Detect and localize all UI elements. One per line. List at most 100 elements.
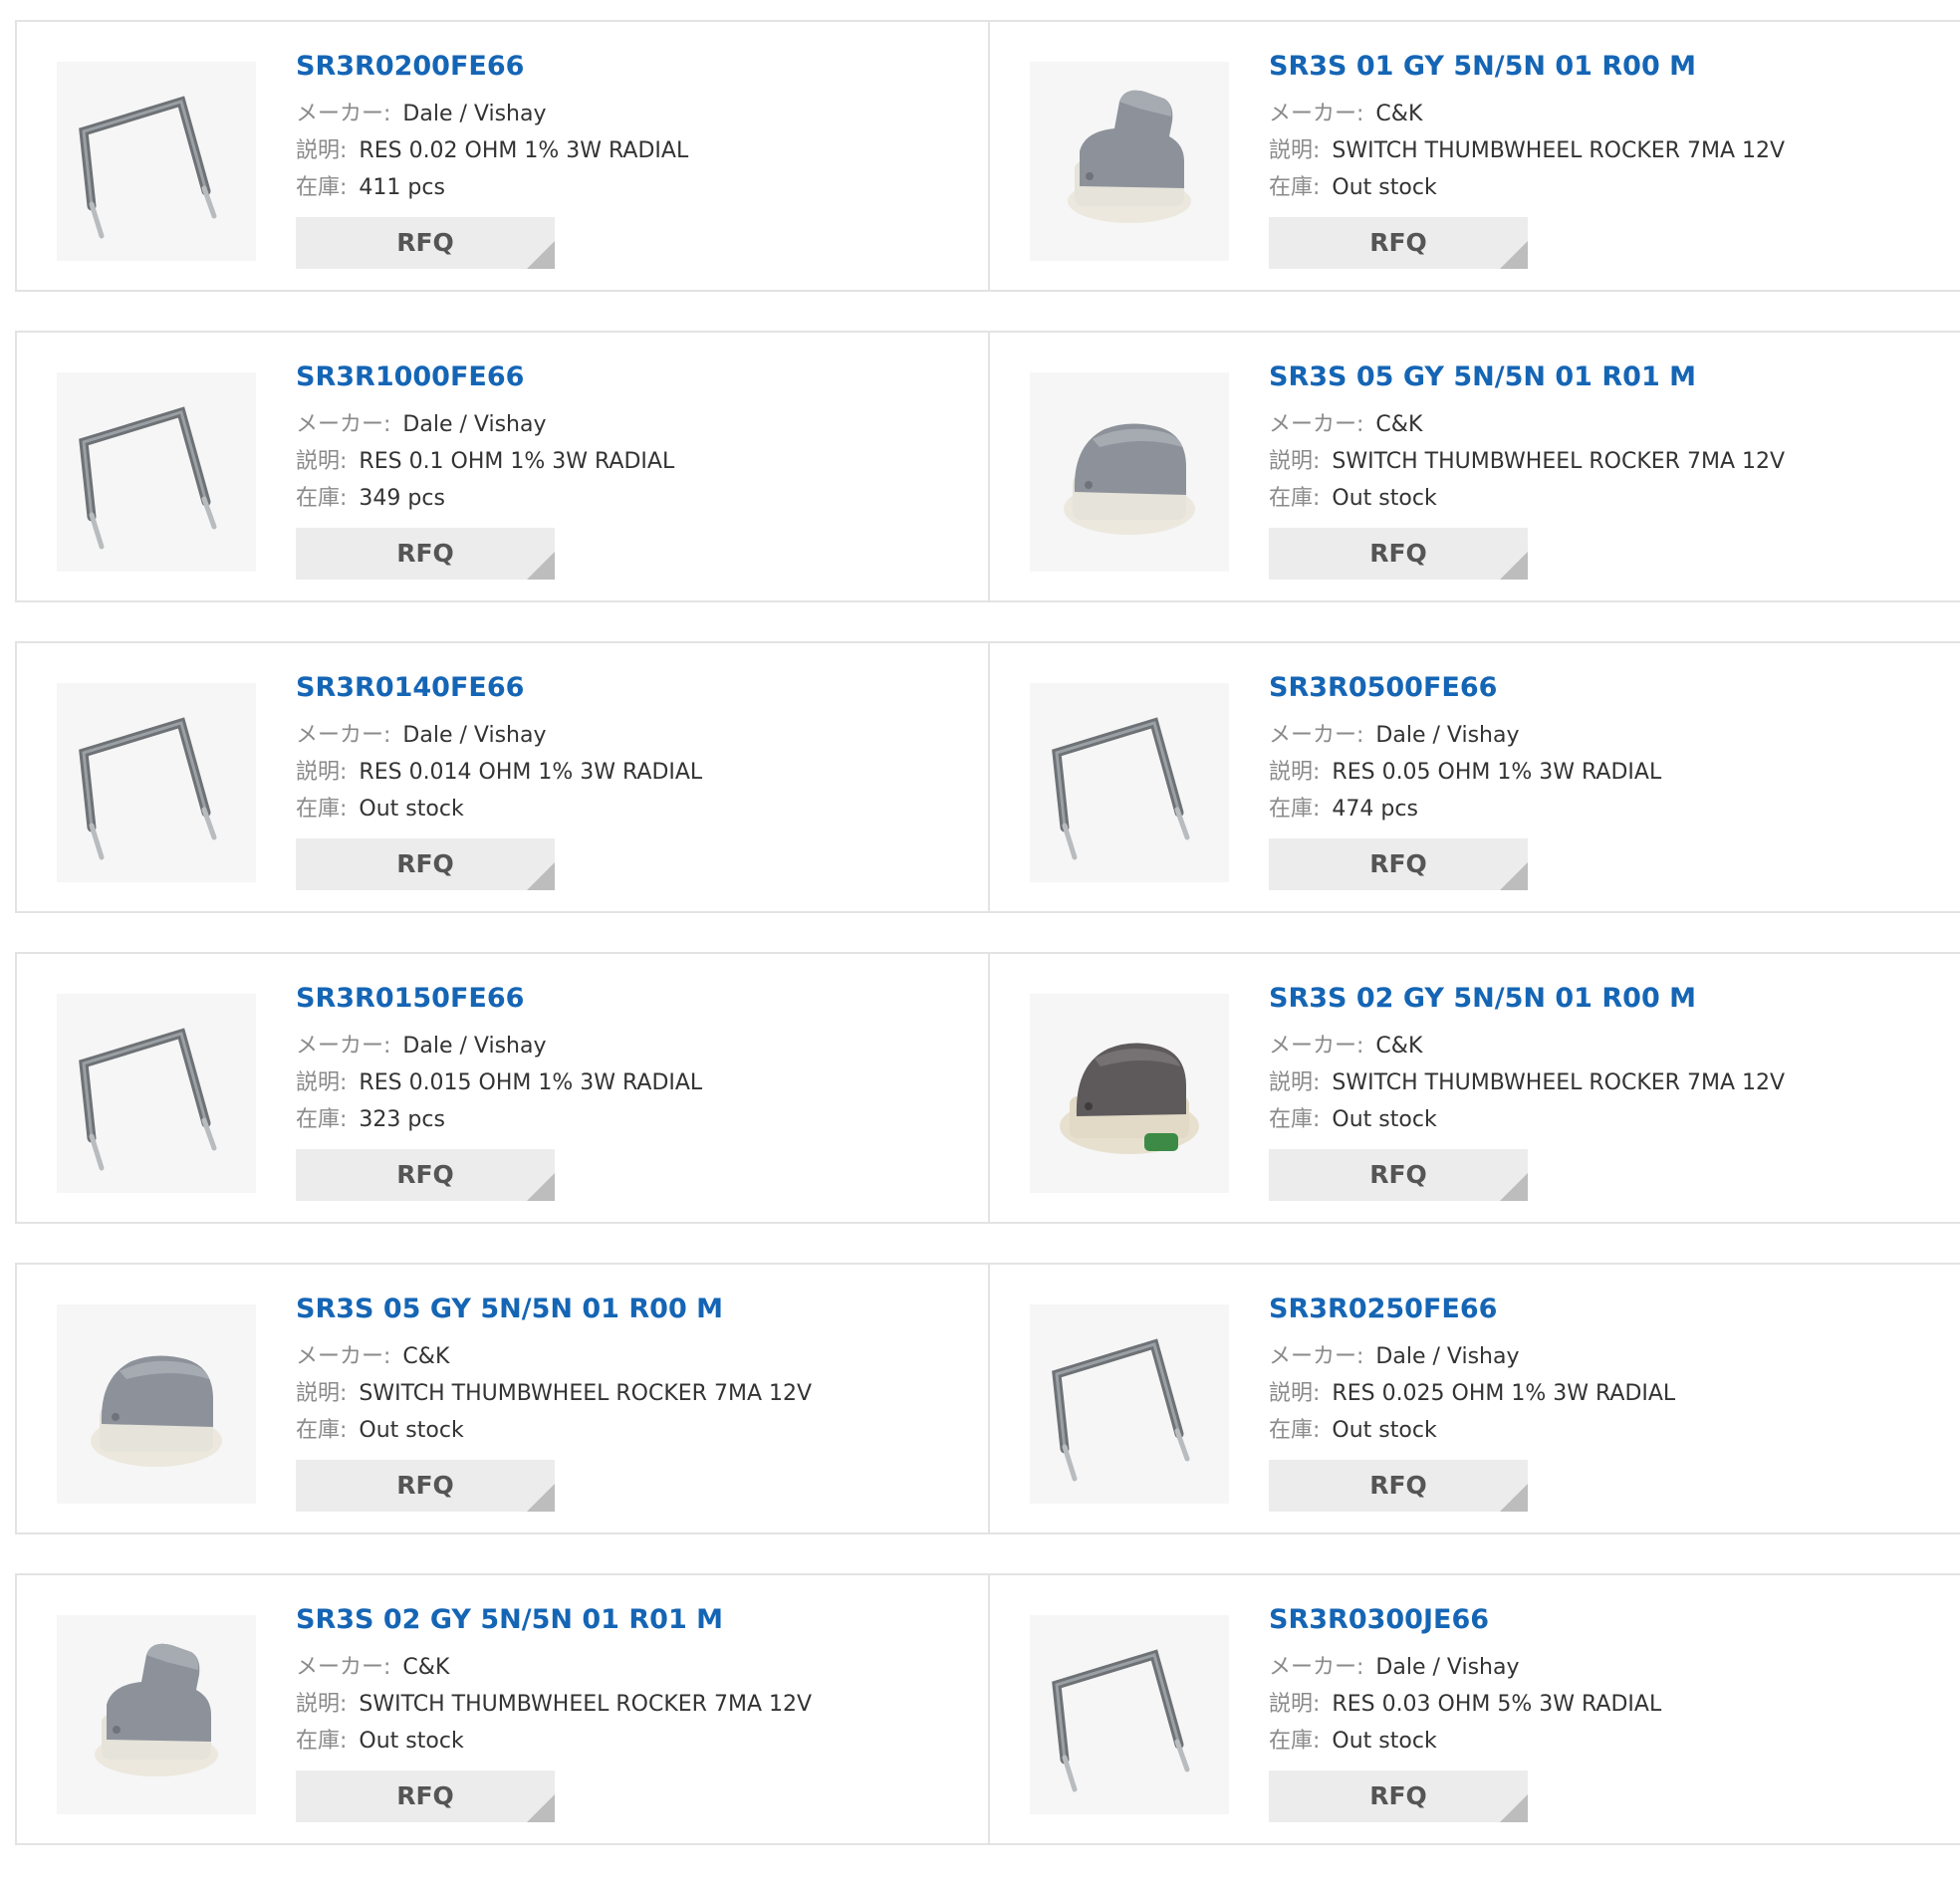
description-label: 説明: — [1269, 1070, 1321, 1095]
rfq-button[interactable]: RFQ — [1269, 1460, 1528, 1512]
manufacturer-label: メーカー: — [1269, 412, 1364, 437]
product-info: SR3R0300JE66 メーカー: Dale / Vishay 説明: RES 0.0… — [1269, 1603, 1661, 1822]
stock-line: 在庫: Out stock — [1269, 1723, 1661, 1760]
product-row: SR3R0140FE66 メーカー: Dale / Vishay 説明: RES 0.0… — [15, 641, 1960, 913]
stock-label: 在庫: — [1269, 175, 1321, 200]
manufacturer-line: メーカー: Dale / Vishay — [296, 1028, 702, 1064]
description-label: 説明: — [1269, 1692, 1321, 1717]
rfq-button[interactable]: RFQ — [1269, 838, 1528, 890]
part-number-link[interactable]: SR3S 05 GY 5N/5N 01 R00 M — [296, 1293, 812, 1326]
manufacturer-value: Dale / Vishay — [1375, 1344, 1520, 1369]
product-card: SR3R0200FE66 メーカー: Dale / Vishay 説明: RES 0.0… — [15, 22, 990, 290]
stock-line: 在庫: 474 pcs — [1269, 791, 1661, 827]
rfq-label: RFQ — [396, 849, 454, 878]
description-label: 説明: — [296, 760, 348, 785]
part-number-link[interactable]: SR3S 05 GY 5N/5N 01 R01 M — [1269, 360, 1785, 394]
stock-label: 在庫: — [296, 486, 348, 511]
product-info: SR3R0250FE66 メーカー: Dale / Vishay 説明: RES 0.0… — [1269, 1293, 1675, 1512]
switch-dark-image[interactable] — [1030, 994, 1229, 1193]
part-number-link[interactable]: SR3R1000FE66 — [296, 360, 674, 394]
stock-label: 在庫: — [1269, 1729, 1321, 1754]
rfq-button[interactable]: RFQ — [296, 1770, 555, 1822]
rfq-label: RFQ — [396, 539, 454, 568]
rfq-button[interactable]: RFQ — [296, 1460, 555, 1512]
part-number-link[interactable]: SR3R0250FE66 — [1269, 1293, 1675, 1326]
rfq-label: RFQ — [1369, 228, 1427, 257]
resistor-image[interactable] — [57, 683, 256, 882]
resistor-image[interactable] — [1030, 683, 1229, 882]
product-row: SR3R1000FE66 メーカー: Dale / Vishay 説明: RES 0.1… — [15, 331, 1960, 602]
resistor-image[interactable] — [57, 372, 256, 572]
part-number-link[interactable]: SR3R0140FE66 — [296, 671, 702, 705]
stock-line: 在庫: 411 pcs — [296, 169, 688, 206]
manufacturer-value: C&K — [1375, 412, 1423, 437]
switch-tall-image[interactable] — [57, 1615, 256, 1814]
corner-triangle-icon — [1500, 1794, 1528, 1822]
rfq-button[interactable]: RFQ — [296, 528, 555, 580]
description-line: 説明: SWITCH THUMBWHEEL ROCKER 7MA 12V — [296, 1686, 812, 1723]
rfq-label: RFQ — [396, 1781, 454, 1810]
rfq-button[interactable]: RFQ — [296, 1149, 555, 1201]
rfq-label: RFQ — [1369, 1471, 1427, 1500]
manufacturer-value: Dale / Vishay — [402, 723, 547, 748]
part-number-link[interactable]: SR3R0300JE66 — [1269, 1603, 1661, 1637]
manufacturer-value: Dale / Vishay — [402, 1034, 547, 1059]
rfq-button[interactable]: RFQ — [296, 838, 555, 890]
description-value: SWITCH THUMBWHEEL ROCKER 7MA 12V — [1332, 138, 1786, 163]
manufacturer-label: メーカー: — [296, 102, 391, 126]
product-card: SR3S 02 GY 5N/5N 01 R00 M メーカー: C&K 説明: SWIT… — [990, 954, 1960, 1222]
manufacturer-line: メーカー: C&K — [1269, 1028, 1785, 1064]
stock-label: 在庫: — [1269, 486, 1321, 511]
manufacturer-line: メーカー: Dale / Vishay — [296, 717, 702, 754]
manufacturer-value: Dale / Vishay — [402, 412, 547, 437]
rfq-label: RFQ — [396, 1160, 454, 1189]
manufacturer-label: メーカー: — [296, 723, 391, 748]
resistor-image[interactable] — [57, 62, 256, 261]
part-number-link[interactable]: SR3S 02 GY 5N/5N 01 R00 M — [1269, 982, 1785, 1016]
part-number-link[interactable]: SR3S 01 GY 5N/5N 01 R00 M — [1269, 50, 1785, 84]
stock-label: 在庫: — [296, 175, 348, 200]
rfq-button[interactable]: RFQ — [1269, 1149, 1528, 1201]
stock-line: 在庫: Out stock — [1269, 1412, 1675, 1449]
stock-label: 在庫: — [296, 797, 348, 822]
corner-triangle-icon — [527, 241, 555, 269]
resistor-image[interactable] — [57, 994, 256, 1193]
description-line: 説明: SWITCH THUMBWHEEL ROCKER 7MA 12V — [1269, 132, 1785, 169]
corner-triangle-icon — [1500, 552, 1528, 580]
rfq-label: RFQ — [1369, 1781, 1427, 1810]
rfq-button[interactable]: RFQ — [1269, 1770, 1528, 1822]
part-number-link[interactable]: SR3S 02 GY 5N/5N 01 R01 M — [296, 1603, 812, 1637]
stock-value: Out stock — [1332, 1729, 1437, 1754]
product-info: SR3S 05 GY 5N/5N 01 R00 M メーカー: C&K 説明: SWIT… — [296, 1293, 812, 1512]
description-label: 説明: — [296, 138, 348, 163]
stock-line: 在庫: Out stock — [1269, 480, 1785, 517]
manufacturer-value: C&K — [402, 1344, 450, 1369]
description-value: SWITCH THUMBWHEEL ROCKER 7MA 12V — [359, 1692, 813, 1717]
rfq-button[interactable]: RFQ — [1269, 528, 1528, 580]
rfq-button[interactable]: RFQ — [296, 217, 555, 269]
product-card: SR3R0140FE66 メーカー: Dale / Vishay 説明: RES 0.0… — [15, 643, 990, 911]
stock-label: 在庫: — [296, 1107, 348, 1132]
product-card: SR3S 01 GY 5N/5N 01 R00 M メーカー: C&K 説明: SWIT… — [990, 22, 1960, 290]
switch-tall-image[interactable] — [1030, 62, 1229, 261]
part-number-link[interactable]: SR3R0200FE66 — [296, 50, 688, 84]
manufacturer-line: メーカー: C&K — [296, 1338, 812, 1375]
description-line: 説明: RES 0.05 OHM 1% 3W RADIAL — [1269, 754, 1661, 791]
manufacturer-label: メーカー: — [1269, 1344, 1364, 1369]
switch-flat-image[interactable] — [1030, 372, 1229, 572]
product-info: SR3S 05 GY 5N/5N 01 R01 M メーカー: C&K 説明: SWIT… — [1269, 360, 1785, 580]
manufacturer-line: メーカー: C&K — [296, 1649, 812, 1686]
resistor-image[interactable] — [1030, 1304, 1229, 1504]
stock-value: 349 pcs — [359, 486, 445, 511]
description-label: 説明: — [296, 1070, 348, 1095]
manufacturer-label: メーカー: — [296, 1655, 391, 1680]
rfq-button[interactable]: RFQ — [1269, 217, 1528, 269]
description-value: SWITCH THUMBWHEEL ROCKER 7MA 12V — [1332, 449, 1786, 474]
description-label: 説明: — [296, 449, 348, 474]
rfq-label: RFQ — [1369, 539, 1427, 568]
resistor-image[interactable] — [1030, 1615, 1229, 1814]
part-number-link[interactable]: SR3R0500FE66 — [1269, 671, 1661, 705]
switch-flat-image[interactable] — [57, 1304, 256, 1504]
product-grid: SR3R0200FE66 メーカー: Dale / Vishay 説明: RES 0.0… — [15, 20, 1960, 1884]
part-number-link[interactable]: SR3R0150FE66 — [296, 982, 702, 1016]
